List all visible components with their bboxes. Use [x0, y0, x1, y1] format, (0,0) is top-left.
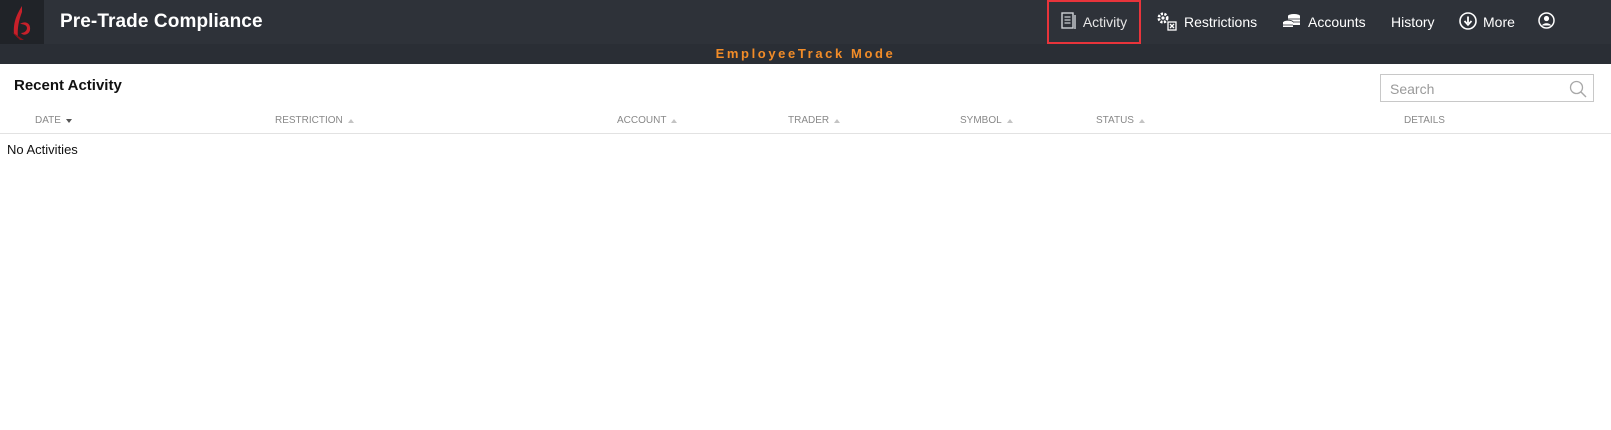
- mode-banner-text: EmployeeTrack Mode: [715, 46, 896, 61]
- sort-ascending-icon: [671, 118, 678, 123]
- column-header-account-label: ACCOUNT: [617, 115, 667, 126]
- gears-restriction-icon: [1156, 11, 1178, 34]
- nav-activity-label: Activity: [1082, 14, 1128, 30]
- sort-ascending-icon: [347, 118, 354, 123]
- nav-history-label: History: [1391, 14, 1435, 30]
- nav-restrictions[interactable]: Restrictions: [1156, 0, 1257, 44]
- column-header-status-label: STATUS: [1096, 115, 1134, 126]
- sort-ascending-icon: [834, 118, 841, 123]
- brand-logo-icon: [12, 6, 31, 40]
- column-header-account[interactable]: ACCOUNT: [617, 115, 678, 126]
- column-header-details: DETAILS: [1404, 115, 1445, 126]
- table-header-divider: [0, 133, 1611, 134]
- activity-document-icon: [1061, 11, 1077, 33]
- column-header-restriction[interactable]: RESTRICTION: [275, 115, 354, 126]
- nav-more[interactable]: More: [1459, 0, 1515, 44]
- search-icon[interactable]: [1569, 80, 1587, 103]
- page-title: Recent Activity: [14, 77, 122, 94]
- sort-ascending-icon: [1006, 118, 1013, 123]
- nav-restrictions-label: Restrictions: [1184, 14, 1258, 30]
- nav-accounts[interactable]: Accounts: [1282, 0, 1366, 44]
- user-account-icon: [1538, 12, 1555, 32]
- search-input[interactable]: [1388, 79, 1562, 99]
- column-header-restriction-label: RESTRICTION: [275, 115, 343, 126]
- search-box[interactable]: [1380, 74, 1594, 102]
- nav-activity[interactable]: Activity: [1047, 0, 1141, 44]
- top-navigation-bar: Pre-Trade Compliance Activity Restrictio…: [0, 0, 1611, 44]
- column-header-date-label: DATE: [35, 115, 61, 126]
- empty-state-message: No Activities: [7, 142, 78, 157]
- nav-more-label: More: [1483, 14, 1515, 30]
- coins-stack-icon: [1282, 13, 1302, 32]
- sort-descending-icon: [65, 118, 72, 123]
- column-header-symbol[interactable]: SYMBOL: [960, 115, 1013, 126]
- column-header-trader-label: TRADER: [788, 115, 830, 126]
- nav-accounts-label: Accounts: [1308, 14, 1366, 30]
- column-header-status[interactable]: STATUS: [1096, 115, 1145, 126]
- download-circle-icon: [1459, 11, 1477, 33]
- app-logo[interactable]: [0, 0, 44, 44]
- user-profile-button[interactable]: [1538, 0, 1555, 44]
- sort-ascending-icon: [1138, 118, 1145, 123]
- mode-banner: EmployeeTrack Mode: [0, 44, 1611, 64]
- column-header-details-label: DETAILS: [1404, 115, 1445, 126]
- column-header-trader[interactable]: TRADER: [788, 115, 841, 126]
- column-header-date[interactable]: DATE: [35, 115, 72, 126]
- column-header-symbol-label: SYMBOL: [960, 115, 1002, 126]
- app-title: Pre-Trade Compliance: [60, 11, 263, 32]
- nav-history[interactable]: History: [1391, 0, 1435, 44]
